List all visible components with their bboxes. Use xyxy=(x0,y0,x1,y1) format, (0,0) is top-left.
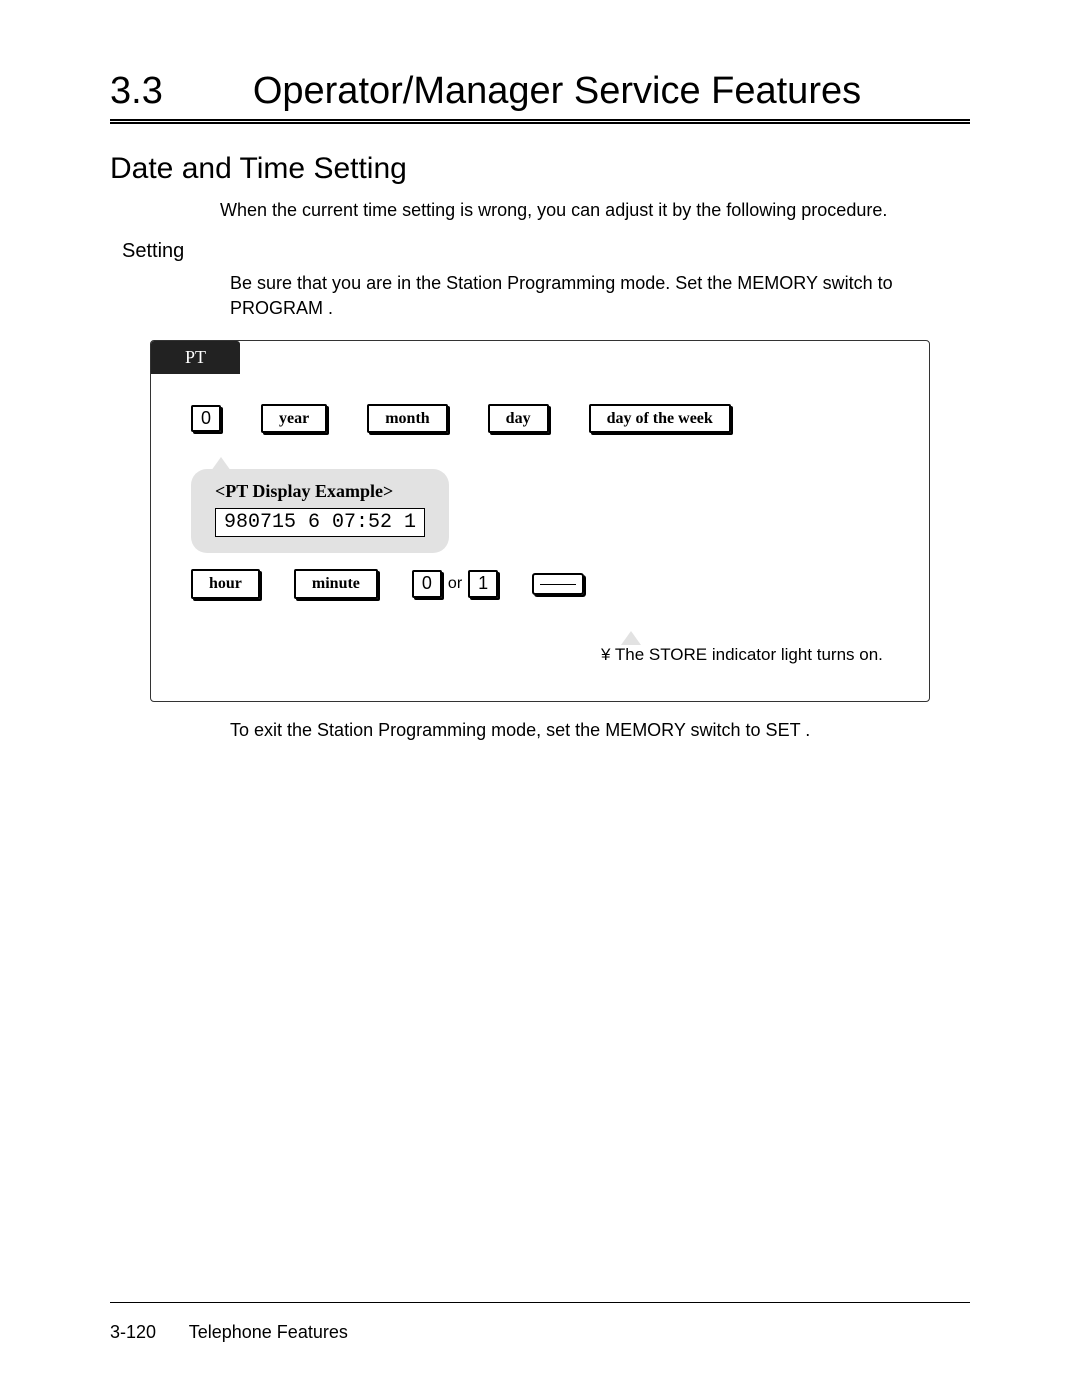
diagram-body: 0 year month day day of the week <PT Dis… xyxy=(151,374,929,665)
or-text: or xyxy=(448,575,462,593)
diagram-badge: PT xyxy=(151,341,240,374)
footer-section-title: Telephone Features xyxy=(189,1322,348,1342)
subheading: Date and Time Setting xyxy=(110,152,970,186)
pt-display-example: <PT Display Example> 980715 6 07:52 1 xyxy=(191,469,449,553)
page-footer: 3-120 Telephone Features xyxy=(110,1322,348,1343)
key-0b-button: 0 xyxy=(412,570,442,598)
year-box: year xyxy=(261,404,327,434)
example-title: <PT Display Example> xyxy=(215,481,425,502)
store-button-icon xyxy=(532,573,584,595)
setting-label: Setting xyxy=(122,240,970,263)
month-box: month xyxy=(367,404,447,434)
example-lcd-text: 980715 6 07:52 1 xyxy=(215,508,425,537)
section-header: 3.3 Operator/Manager Service Features xyxy=(110,70,970,124)
key-0-button: 0 xyxy=(191,405,221,433)
section-number: 3.3 xyxy=(110,70,163,113)
triangle-up-icon xyxy=(211,457,231,471)
triangle-up-icon xyxy=(621,631,641,645)
diagram-row-1: 0 year month day day of the week xyxy=(191,404,889,434)
setting-instruction: Be sure that you are in the Station Prog… xyxy=(230,271,970,321)
hour-box: hour xyxy=(191,569,260,599)
diagram-row-2: hour minute 0 or 1 xyxy=(191,569,889,599)
page-number: 3-120 xyxy=(110,1322,156,1342)
minute-box: minute xyxy=(294,569,378,599)
store-note-area: ¥ The STORE indicator light turns on. xyxy=(191,645,889,665)
document-page: 3.3 Operator/Manager Service Features Da… xyxy=(0,0,1080,1397)
day-of-week-box: day of the week xyxy=(589,404,731,434)
store-note-text: ¥ The STORE indicator light turns on. xyxy=(601,645,889,665)
footer-rule xyxy=(110,1302,970,1303)
intro-text: When the current time setting is wrong, … xyxy=(220,198,970,222)
procedure-diagram: PT 0 year month day day of the week <PT … xyxy=(150,340,930,702)
exit-instruction: To exit the Station Programming mode, se… xyxy=(230,720,970,741)
section-title: Operator/Manager Service Features xyxy=(253,70,861,113)
zero-or-one-group: 0 or 1 xyxy=(412,570,498,598)
key-1-button: 1 xyxy=(468,570,498,598)
day-box: day xyxy=(488,404,549,434)
